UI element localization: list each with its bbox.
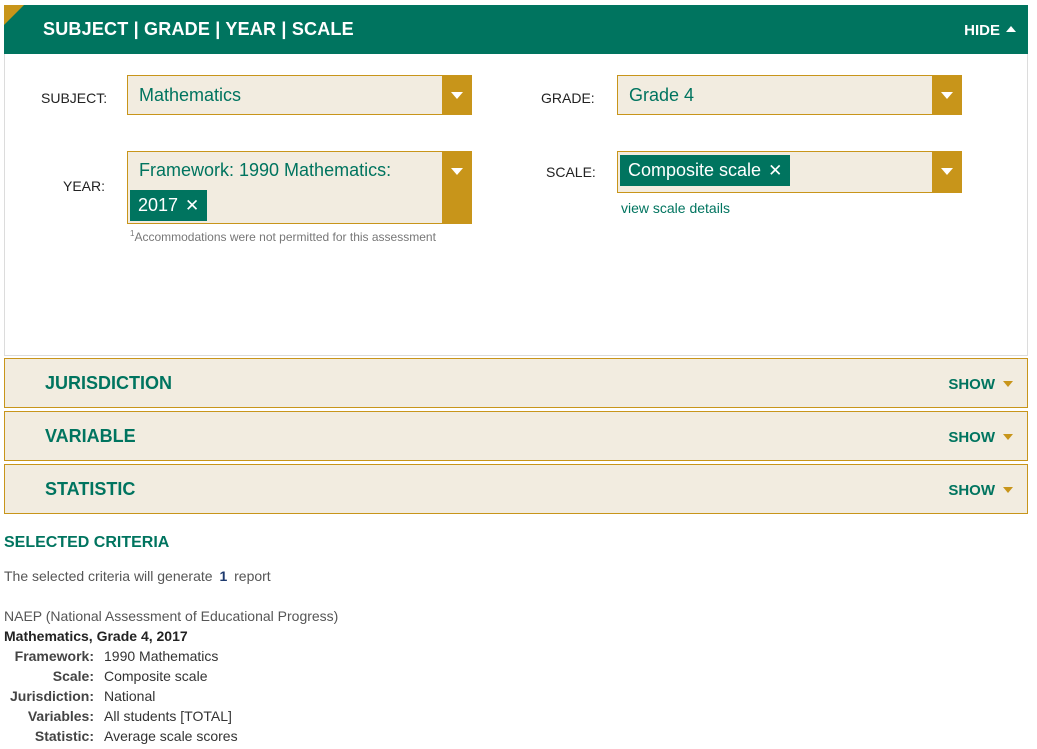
caret-down-icon xyxy=(1003,487,1013,493)
selected-criteria-title: SELECTED CRITERIA xyxy=(4,534,170,551)
hide-toggle-button[interactable]: HIDE xyxy=(964,22,1016,39)
show-label: SHOW xyxy=(948,376,995,393)
panel-title: SUBJECT | GRADE | YEAR | SCALE xyxy=(43,19,354,39)
corner-decoration xyxy=(4,5,24,25)
criteria-row: Statistic: Average scale scores xyxy=(0,728,238,748)
accordion-title: STATISTIC xyxy=(45,479,136,499)
caret-up-icon xyxy=(1006,26,1016,32)
accordion-title: JURISDICTION xyxy=(45,373,173,393)
subject-select[interactable]: Mathematics xyxy=(127,75,472,115)
criteria-value: National xyxy=(104,688,156,704)
scale-chip: Composite scale ✕ xyxy=(620,155,791,186)
show-toggle-button[interactable]: SHOW xyxy=(948,482,1013,499)
generate-prefix: The selected criteria will generate xyxy=(4,568,213,584)
show-label: SHOW xyxy=(948,429,995,446)
year-footnote: 1Accommodations were not permitted for t… xyxy=(130,229,436,244)
criteria-row: Framework: 1990 Mathematics xyxy=(0,648,219,668)
criteria-value: Average scale scores xyxy=(104,728,238,744)
criteria-generate-text: The selected criteria will generate 1 re… xyxy=(4,568,271,584)
criteria-heading: Mathematics, Grade 4, 2017 xyxy=(4,628,188,644)
scale-select[interactable]: Composite scale ✕ xyxy=(617,151,962,193)
chevron-down-icon[interactable] xyxy=(442,76,471,114)
caret-down-icon xyxy=(1003,381,1013,387)
criteria-value: 1990 Mathematics xyxy=(104,648,219,664)
hide-toggle-label: HIDE xyxy=(964,22,1000,39)
criteria-value: Composite scale xyxy=(104,668,208,684)
footnote-text: Accommodations were not permitted for th… xyxy=(134,230,436,244)
criteria-panel-header: SUBJECT | GRADE | YEAR | SCALE HIDE xyxy=(4,5,1028,54)
grade-select[interactable]: Grade 4 xyxy=(617,75,962,115)
caret-down-icon xyxy=(1003,434,1013,440)
criteria-row: Jurisdiction: National xyxy=(0,688,155,708)
chevron-down-icon[interactable] xyxy=(932,152,961,192)
year-chip-label: 2017 xyxy=(138,195,179,215)
subject-value: Mathematics xyxy=(139,85,242,105)
criteria-key: Framework: xyxy=(14,648,94,664)
accordion-jurisdiction[interactable]: JURISDICTION SHOW xyxy=(4,358,1028,408)
close-icon[interactable]: ✕ xyxy=(185,196,199,215)
criteria-key: Variables: xyxy=(27,708,94,724)
criteria-key: Scale: xyxy=(52,668,94,684)
criteria-source: NAEP (National Assessment of Educational… xyxy=(4,608,339,624)
show-label: SHOW xyxy=(948,482,995,499)
criteria-value: All students [TOTAL] xyxy=(104,708,232,724)
accordion-statistic[interactable]: STATISTIC SHOW xyxy=(4,464,1028,514)
scale-label: SCALE: xyxy=(546,164,596,180)
scale-chip-label: Composite scale xyxy=(628,160,762,180)
generate-suffix: report xyxy=(234,568,271,584)
view-scale-details-link[interactable]: view scale details xyxy=(621,200,730,216)
grade-value: Grade 4 xyxy=(629,85,695,105)
accordion-title: VARIABLE xyxy=(45,426,136,446)
show-toggle-button[interactable]: SHOW xyxy=(948,376,1013,393)
accordion-variable[interactable]: VARIABLE SHOW xyxy=(4,411,1028,461)
year-select[interactable]: Framework: 1990 Mathematics: 2017 ✕ xyxy=(127,151,472,224)
criteria-key: Statistic: xyxy=(34,728,94,744)
year-framework-text: Framework: 1990 Mathematics: xyxy=(139,160,392,180)
grade-label: GRADE: xyxy=(541,90,595,106)
report-count: 1 xyxy=(219,568,228,584)
chevron-down-icon[interactable] xyxy=(442,152,471,223)
criteria-row: Scale: Composite scale xyxy=(0,668,208,688)
year-label: YEAR: xyxy=(63,178,106,194)
chevron-down-icon[interactable] xyxy=(932,76,961,114)
show-toggle-button[interactable]: SHOW xyxy=(948,429,1013,446)
subject-label: SUBJECT: xyxy=(41,90,108,106)
criteria-row: Variables: All students [TOTAL] xyxy=(0,708,232,728)
criteria-key: Jurisdiction: xyxy=(9,688,94,704)
close-icon[interactable]: ✕ xyxy=(768,161,782,180)
year-chip: 2017 ✕ xyxy=(130,190,208,221)
